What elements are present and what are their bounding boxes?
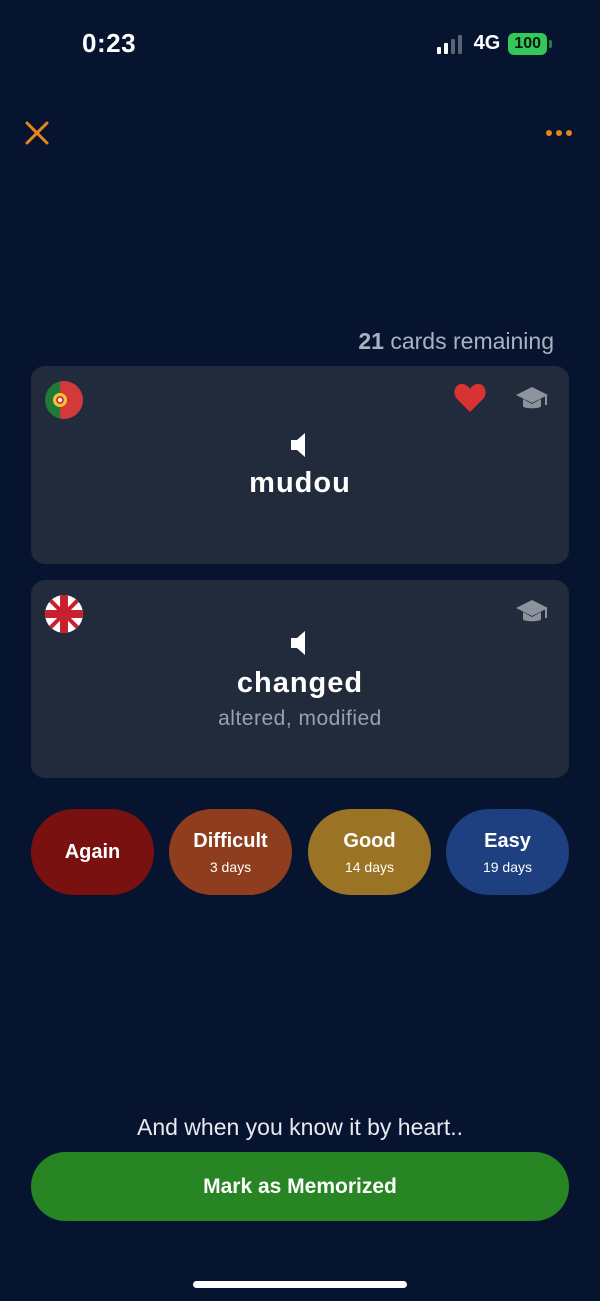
front-card[interactable]: mudou <box>31 366 569 564</box>
more-options-button[interactable] <box>544 118 578 148</box>
graduation-cap-icon[interactable] <box>515 384 549 414</box>
home-indicator[interactable] <box>193 1281 407 1288</box>
cards-remaining: 21 cards remaining <box>358 328 554 355</box>
memorize-hint: And when you know it by heart.. <box>136 1114 464 1140</box>
easy-button[interactable]: Easy 19 days <box>446 809 569 895</box>
close-button[interactable] <box>22 118 52 148</box>
good-button[interactable]: Good 14 days <box>308 809 431 895</box>
battery-icon: 100 <box>508 32 552 55</box>
speaker-icon[interactable] <box>289 630 311 656</box>
heart-icon[interactable] <box>453 382 487 414</box>
answer-buttons: Again Difficult 3 days Good 14 days Easy… <box>31 809 569 895</box>
back-card[interactable]: changed altered, modified <box>31 580 569 778</box>
again-button[interactable]: Again <box>31 809 154 895</box>
difficult-interval: 3 days <box>209 858 252 875</box>
mark-as-memorized-button[interactable]: Mark as Memorized <box>31 1152 569 1221</box>
battery-level: 100 <box>508 32 547 55</box>
easy-interval: 19 days <box>482 858 533 875</box>
good-label: Good <box>343 829 396 852</box>
more-dots-icon <box>546 130 572 136</box>
status-time: 0:23 <box>82 28 137 58</box>
cellular-signal-icon <box>436 34 462 54</box>
close-icon <box>25 121 49 145</box>
back-synonyms: altered, modified <box>218 707 382 730</box>
again-label: Again <box>64 840 121 863</box>
difficult-button[interactable]: Difficult 3 days <box>169 809 292 895</box>
cards-remaining-label: cards remaining <box>383 328 554 354</box>
speaker-icon[interactable] <box>289 432 311 458</box>
uk-flag-icon <box>45 595 83 633</box>
status-indicators: 4G 100 <box>436 32 552 55</box>
network-type: 4G <box>473 32 501 54</box>
front-word: mudou <box>249 467 351 499</box>
portugal-flag-icon <box>45 381 83 419</box>
graduation-cap-icon[interactable] <box>515 597 549 627</box>
difficult-label: Difficult <box>193 829 268 852</box>
status-bar: 0:23 4G 100 <box>0 0 600 90</box>
cards-remaining-count: 21 <box>358 328 384 354</box>
good-interval: 14 days <box>344 858 395 875</box>
back-word: changed <box>236 667 364 699</box>
easy-label: Easy <box>484 829 531 852</box>
